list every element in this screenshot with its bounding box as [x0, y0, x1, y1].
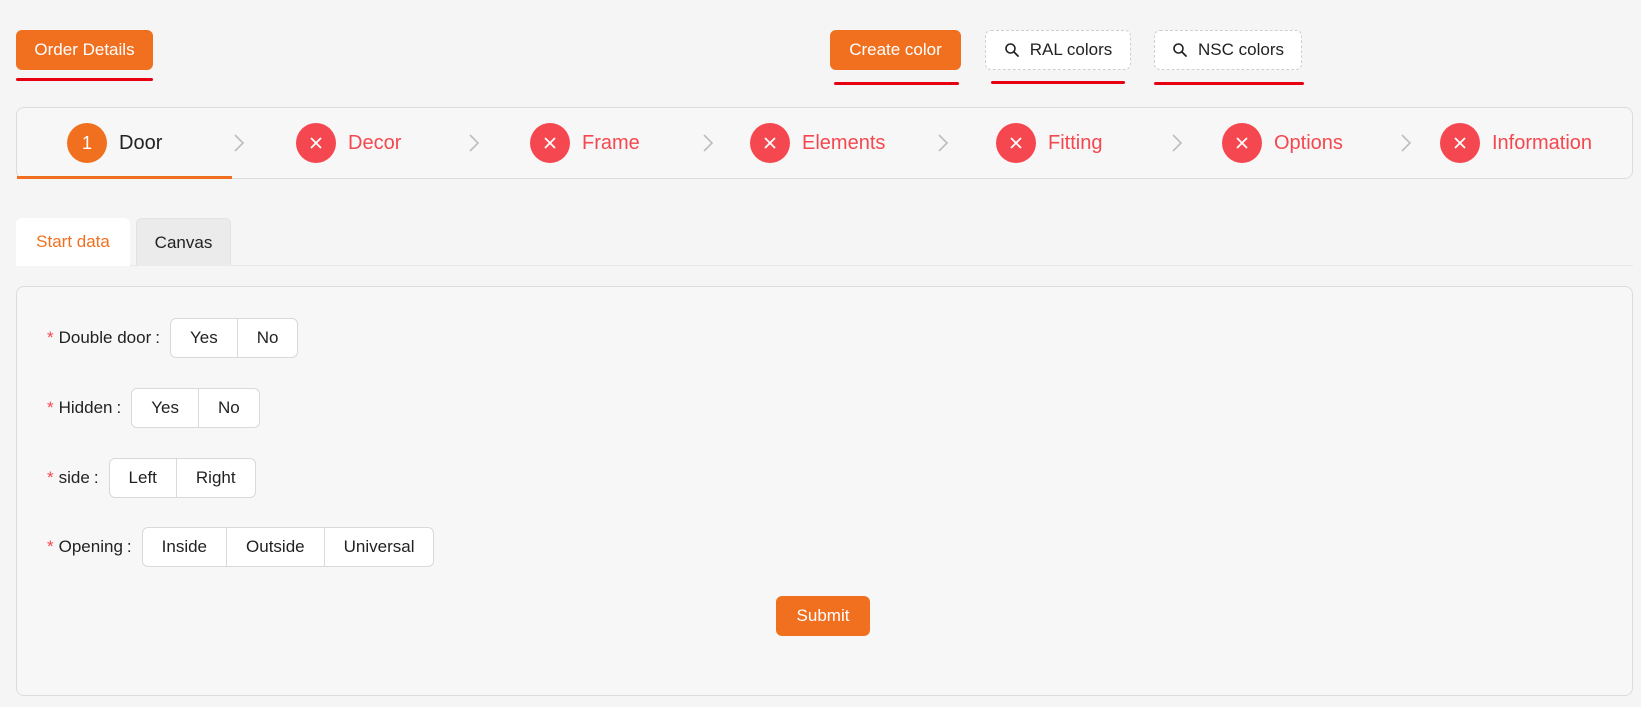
step-options[interactable]: Options: [1222, 108, 1343, 178]
opening-universal[interactable]: Universal: [325, 528, 434, 566]
step-frame[interactable]: Frame: [530, 108, 640, 178]
step-label: Fitting: [1048, 131, 1103, 154]
colon: :: [126, 537, 132, 556]
search-icon: [1004, 42, 1020, 58]
submit-label: Submit: [796, 606, 850, 625]
step-label: Elements: [802, 131, 886, 154]
opening-segmented: Inside Outside Universal: [141, 527, 435, 567]
double-door-label: Double door: [58, 328, 152, 347]
opening-outside[interactable]: Outside: [227, 528, 325, 566]
tab-canvas[interactable]: Canvas: [136, 218, 231, 266]
opening-inside[interactable]: Inside: [143, 528, 228, 566]
colon: :: [93, 468, 99, 487]
tabs-divider: [16, 265, 1633, 266]
opening-label: Opening: [58, 537, 123, 556]
required-mark: *: [47, 537, 54, 556]
required-mark: *: [47, 398, 54, 417]
annotation-underline: [16, 78, 153, 81]
step-label: Decor: [348, 131, 402, 154]
required-mark: *: [47, 468, 54, 487]
annotation-underline: [991, 81, 1125, 84]
hidden-label: Hidden: [58, 398, 113, 417]
double-door-yes[interactable]: Yes: [171, 319, 238, 357]
step-label: Door: [119, 131, 163, 154]
ral-colors-button[interactable]: RAL colors: [985, 30, 1131, 70]
chevron-right-icon: [938, 134, 949, 152]
step-label: Options: [1274, 131, 1343, 154]
create-color-button[interactable]: Create color: [830, 30, 961, 70]
create-color-label: Create color: [849, 40, 942, 59]
steps-bar: 1 Door Decor Frame Elements Fitting Opti…: [16, 107, 1633, 179]
hidden-yes[interactable]: Yes: [132, 389, 199, 427]
annotation-underline: [834, 82, 959, 85]
form-panel: * Double door : Yes No * Hidden : Yes No…: [16, 286, 1633, 696]
chevron-right-icon: [1172, 134, 1183, 152]
hidden-no[interactable]: No: [199, 389, 259, 427]
step-label: Frame: [582, 131, 640, 154]
submit-button[interactable]: Submit: [776, 596, 870, 636]
colon: :: [116, 398, 122, 417]
nsc-colors-button[interactable]: NSC colors: [1154, 30, 1302, 70]
chevron-right-icon: [703, 134, 714, 152]
step-door[interactable]: 1 Door: [67, 108, 162, 178]
side-segmented: Left Right: [108, 458, 256, 498]
close-icon: [1440, 123, 1480, 163]
close-icon: [996, 123, 1036, 163]
chevron-right-icon: [469, 134, 480, 152]
double-door-segmented: Yes No: [169, 318, 299, 358]
active-step-indicator: [17, 176, 232, 179]
close-icon: [1222, 123, 1262, 163]
side-right[interactable]: Right: [177, 459, 255, 497]
tab-start-data[interactable]: Start data: [16, 218, 130, 266]
form-row-hidden: * Hidden : Yes No: [47, 388, 260, 428]
order-details-button[interactable]: Order Details: [16, 30, 153, 70]
colon: :: [155, 328, 160, 347]
order-details-label: Order Details: [34, 40, 135, 59]
form-row-double-door: * Double door : Yes No: [47, 318, 299, 358]
double-door-no[interactable]: No: [238, 319, 298, 357]
step-label: Information: [1492, 131, 1593, 154]
step-decor[interactable]: Decor: [296, 108, 401, 178]
hidden-segmented: Yes No: [131, 388, 260, 428]
search-icon: [1172, 42, 1188, 58]
chevron-right-icon: [234, 134, 245, 152]
ral-colors-label: RAL colors: [1029, 40, 1113, 59]
chevron-right-icon: [1401, 134, 1412, 152]
step-number: 1: [67, 123, 107, 163]
close-icon: [530, 123, 570, 163]
annotation-underline: [1154, 82, 1304, 85]
side-label: side: [58, 468, 90, 487]
step-information[interactable]: Information: [1440, 108, 1592, 178]
step-elements[interactable]: Elements: [750, 108, 885, 178]
side-left[interactable]: Left: [110, 459, 177, 497]
close-icon: [296, 123, 336, 163]
step-fitting[interactable]: Fitting: [996, 108, 1102, 178]
close-icon: [750, 123, 790, 163]
form-row-side: * side : Left Right: [47, 458, 256, 498]
nsc-colors-label: NSC colors: [1198, 40, 1284, 59]
form-row-opening: * Opening : Inside Outside Universal: [47, 527, 435, 567]
required-mark: *: [47, 328, 54, 347]
